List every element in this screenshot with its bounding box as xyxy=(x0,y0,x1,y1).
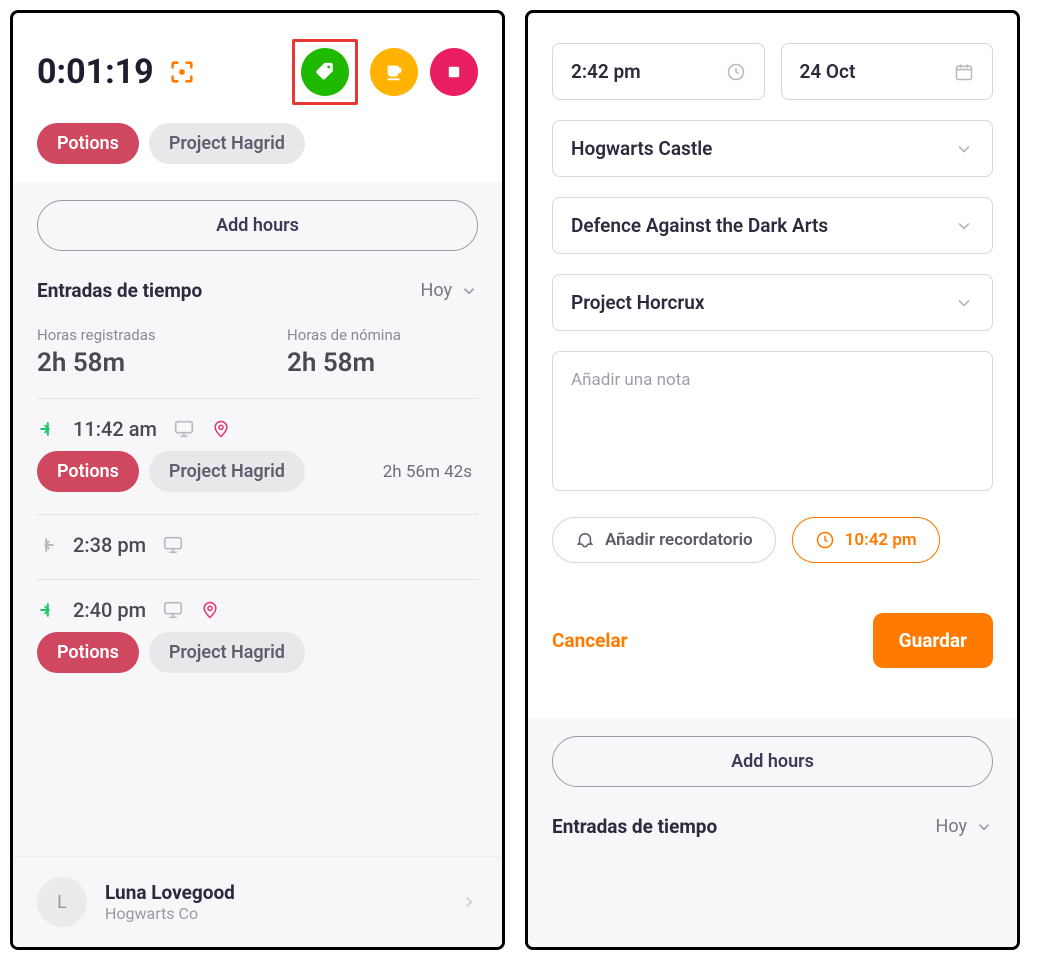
today-label: Hoy xyxy=(936,816,968,837)
clock-in-icon xyxy=(37,419,57,439)
entry-time: 2:40 pm xyxy=(73,598,146,622)
right-screen: 2:42 pm 24 Oct Hogwarts Castle Defence A… xyxy=(525,10,1020,950)
chevron-down-icon xyxy=(975,818,993,836)
clock-out-icon xyxy=(37,535,57,555)
chevron-down-icon xyxy=(954,216,974,236)
logged-hours-value: 2h 58m xyxy=(37,348,227,378)
stop-button[interactable] xyxy=(430,48,478,96)
entry-duration: 2h 56m 42s xyxy=(383,462,472,482)
project-value: Project Horcrux xyxy=(571,291,704,314)
location-select[interactable]: Hogwarts Castle xyxy=(552,120,993,177)
save-button[interactable]: Guardar xyxy=(873,613,993,668)
note-textarea[interactable]: Añadir una nota xyxy=(552,351,993,491)
reminder-time-chip[interactable]: 10:42 pm xyxy=(792,517,940,563)
cancel-button[interactable]: Cancelar xyxy=(552,629,628,652)
reminder-time-value: 10:42 pm xyxy=(845,530,917,550)
time-value: 2:42 pm xyxy=(571,60,641,83)
clock-alert-icon xyxy=(815,530,835,550)
entries-heading: Entradas de tiempo xyxy=(552,815,717,838)
tag-project-hagrid[interactable]: Project Hagrid xyxy=(149,451,305,492)
date-value: 24 Oct xyxy=(800,60,856,83)
tag-action-button[interactable] xyxy=(301,48,349,96)
logged-hours-label: Horas registradas xyxy=(37,326,227,344)
desktop-icon xyxy=(162,534,184,556)
left-screen: 0:01:19 Potions Project Hagrid Add hours xyxy=(10,10,505,950)
tag-potions[interactable]: Potions xyxy=(37,632,139,673)
payroll-hours-label: Horas de nómina xyxy=(287,326,477,344)
clock-in-icon xyxy=(37,600,57,620)
highlight-indicator xyxy=(292,39,358,105)
entries-heading: Entradas de tiempo xyxy=(37,279,202,302)
time-entry[interactable]: 2:40 pm Potions Project Hagrid xyxy=(37,580,478,695)
calendar-icon xyxy=(954,62,974,82)
chevron-right-icon xyxy=(460,893,478,911)
avatar: L xyxy=(37,877,87,927)
date-range-selector[interactable]: Hoy xyxy=(936,816,994,837)
bell-icon xyxy=(575,530,595,550)
add-hours-button[interactable]: Add hours xyxy=(552,736,993,787)
tag-project-hagrid[interactable]: Project Hagrid xyxy=(149,632,305,673)
capture-icon[interactable] xyxy=(168,58,196,86)
location-value: Hogwarts Castle xyxy=(571,137,712,160)
date-field[interactable]: 24 Oct xyxy=(781,43,994,100)
clock-icon xyxy=(726,62,746,82)
time-entry[interactable]: 11:42 am Potions Project Hagrid 2h 56m 4… xyxy=(37,399,478,515)
tag-potions[interactable]: Potions xyxy=(37,123,139,164)
department-select[interactable]: Defence Against the Dark Arts xyxy=(552,197,993,254)
time-field[interactable]: 2:42 pm xyxy=(552,43,765,100)
tag-project-hagrid[interactable]: Project Hagrid xyxy=(149,123,305,164)
location-pin-icon xyxy=(211,419,231,439)
tag-potions[interactable]: Potions xyxy=(37,451,139,492)
add-reminder-label: Añadir recordatorio xyxy=(605,530,753,550)
location-pin-icon xyxy=(200,600,220,620)
chevron-down-icon xyxy=(954,139,974,159)
user-company: Hogwarts Co xyxy=(105,904,235,923)
payroll-hours-value: 2h 58m xyxy=(287,348,477,378)
break-button[interactable] xyxy=(370,48,418,96)
entry-time: 11:42 am xyxy=(73,417,157,441)
department-value: Defence Against the Dark Arts xyxy=(571,214,828,237)
timer-header: 0:01:19 xyxy=(13,13,502,123)
add-reminder-chip[interactable]: Añadir recordatorio xyxy=(552,517,776,563)
date-range-selector[interactable]: Hoy xyxy=(421,280,479,301)
time-entry[interactable]: 2:38 pm xyxy=(37,515,478,580)
add-hours-button[interactable]: Add hours xyxy=(37,200,478,251)
active-tags: Potions Project Hagrid xyxy=(13,123,502,182)
timer-display: 0:01:19 xyxy=(37,52,154,92)
today-label: Hoy xyxy=(421,280,453,301)
project-select[interactable]: Project Horcrux xyxy=(552,274,993,331)
entry-time: 2:38 pm xyxy=(73,533,146,557)
user-name: Luna Lovegood xyxy=(105,881,235,904)
desktop-icon xyxy=(173,418,195,440)
desktop-icon xyxy=(162,599,184,621)
chevron-down-icon xyxy=(954,293,974,313)
chevron-down-icon xyxy=(460,282,478,300)
user-footer[interactable]: L Luna Lovegood Hogwarts Co xyxy=(13,856,502,947)
